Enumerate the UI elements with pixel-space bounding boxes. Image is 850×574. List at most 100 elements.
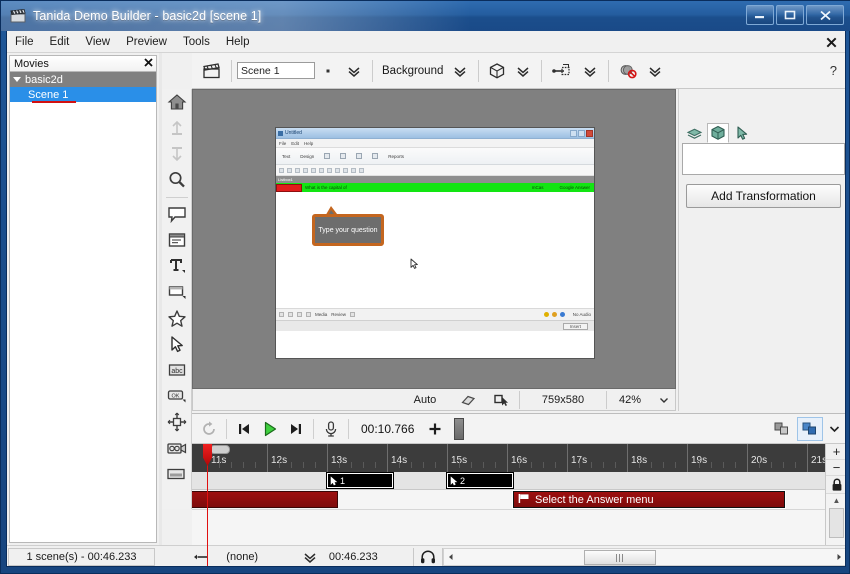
add-transformation-button[interactable]: Add Transformation xyxy=(686,184,841,208)
clapperboard-icon[interactable] xyxy=(198,57,226,85)
audio-dropdown-chevron-icon[interactable] xyxy=(642,57,668,85)
tree-item-basic2d[interactable]: basic2d xyxy=(10,72,156,87)
stage-dimensions: 759x580 xyxy=(541,393,585,406)
client-area: File Edit View Preview Tools Help Movies xyxy=(6,31,846,567)
rectangle-tool-icon[interactable] xyxy=(162,279,192,305)
insert-after-icon[interactable] xyxy=(162,141,192,167)
movies-panel-close-icon[interactable] xyxy=(144,57,153,70)
button-tool-icon[interactable]: OK xyxy=(162,383,192,409)
playhead-time-chip[interactable] xyxy=(210,445,230,454)
timeline-zoom-in-button[interactable]: + xyxy=(826,444,845,460)
background-dropdown-chevron-icon[interactable] xyxy=(447,57,473,85)
timeline-zoom-slider-handle[interactable] xyxy=(454,417,465,440)
tab-layers[interactable] xyxy=(683,123,705,143)
stage-zoom-chevron-down-icon[interactable] xyxy=(653,390,675,410)
audio-track-icon[interactable] xyxy=(186,548,220,566)
text-tool-icon[interactable] xyxy=(162,253,192,279)
help-button[interactable]: ? xyxy=(830,63,837,78)
eraser-icon[interactable] xyxy=(451,390,485,410)
skip-next-icon[interactable] xyxy=(283,417,309,441)
timeline-marker-row[interactable]: 1 2 xyxy=(192,472,825,490)
tab-3d-object[interactable] xyxy=(707,123,729,143)
menu-preview[interactable]: Preview xyxy=(118,32,175,52)
scene-dropdown-chevron-icon[interactable] xyxy=(341,57,367,85)
stage-document[interactable]: Untitled File Edit Help Text Design Repo… xyxy=(275,127,595,359)
timeline-clip-2[interactable]: Select the Answer menu xyxy=(512,490,786,509)
scroll-left-icon[interactable] xyxy=(444,549,458,565)
note-box-icon[interactable] xyxy=(162,227,192,253)
status-audio-chevron-down-icon[interactable] xyxy=(297,548,323,566)
close-button[interactable] xyxy=(806,5,844,25)
cube-3d-icon[interactable] xyxy=(484,57,510,85)
scroll-right-icon[interactable] xyxy=(832,549,845,565)
skip-previous-icon[interactable] xyxy=(231,417,257,441)
move-handles-icon[interactable] xyxy=(162,409,192,435)
video-camera-icon[interactable] xyxy=(162,435,192,461)
background-label[interactable]: Background xyxy=(378,65,447,77)
transformation-list[interactable] xyxy=(682,143,845,175)
menu-file[interactable]: File xyxy=(7,32,42,52)
nested-footer: Insert xyxy=(276,320,594,331)
headphones-icon[interactable] xyxy=(414,548,442,566)
nested-ribbon-icon-1 xyxy=(324,153,331,159)
vertical-scroll-thumb[interactable] xyxy=(829,508,844,538)
stage-canvas[interactable]: Untitled File Edit Help Text Design Repo… xyxy=(192,89,676,389)
audio-muted-icon[interactable] xyxy=(614,57,642,85)
nested-fmt-icon-7 xyxy=(327,167,332,173)
shape-star-icon[interactable] xyxy=(162,305,192,331)
timeline-clip-1[interactable] xyxy=(192,491,338,508)
movies-tree[interactable]: basic2d Scene 1 xyxy=(9,72,157,543)
stage-auto-label[interactable]: Auto xyxy=(399,390,451,410)
movies-panel-header: Movies xyxy=(9,55,157,72)
timeline-ruler[interactable]: 11s 12s 13s 14s 15s 16s 17s 18s 19s 20s … xyxy=(192,444,825,472)
nested-maximize-icon xyxy=(578,129,585,137)
select-region-icon[interactable] xyxy=(485,390,519,410)
zoom-magnifier-icon[interactable] xyxy=(162,167,192,193)
plus-icon[interactable] xyxy=(422,417,448,441)
timeline-zoom-out-button[interactable]: − xyxy=(826,460,845,476)
transition-arrow-icon[interactable] xyxy=(547,57,577,85)
scroll-up-icon[interactable]: ▲ xyxy=(826,494,845,507)
callout-balloon[interactable]: Type your question xyxy=(312,214,384,246)
home-icon[interactable] xyxy=(162,89,192,115)
microphone-icon[interactable] xyxy=(318,417,344,441)
menu-edit[interactable]: Edit xyxy=(42,32,78,52)
balloon-callout-icon[interactable] xyxy=(162,201,192,227)
horizontal-scrollbar[interactable] xyxy=(443,547,845,566)
menu-tools[interactable]: Tools xyxy=(175,32,218,52)
selected-underline xyxy=(32,101,76,103)
scene-bullet-icon[interactable] xyxy=(315,57,341,85)
timeline-clip-row[interactable]: Select the Answer menu xyxy=(192,490,825,510)
close-document-icon[interactable] xyxy=(823,34,839,50)
timeline-marker-2[interactable]: 2 xyxy=(446,472,514,489)
timeline-marker-1[interactable]: 1 xyxy=(326,472,394,489)
paste-frames-icon[interactable] xyxy=(797,416,823,441)
nested-status-row: Media Review No Audio xyxy=(276,308,594,320)
status-bar: 1 scene(s) - 00:46.233 (none) 00:46.233 xyxy=(7,545,845,566)
lock-icon[interactable] xyxy=(826,476,845,494)
status-scene-summary: 1 scene(s) - 00:46.233 xyxy=(8,547,155,566)
transition-dropdown-chevron-icon[interactable] xyxy=(577,57,603,85)
maximize-button[interactable] xyxy=(776,5,804,25)
tree-item-scene-1[interactable]: Scene 1 xyxy=(10,87,156,103)
ruler-tick-label: 21s xyxy=(811,455,825,466)
abc-spellcheck-icon[interactable]: abc xyxy=(162,357,192,383)
flash-object-icon[interactable] xyxy=(162,461,192,487)
object-dropdown-chevron-icon[interactable] xyxy=(510,57,536,85)
expand-triangle-icon[interactable] xyxy=(13,77,21,82)
play-icon[interactable] xyxy=(257,417,283,441)
tab-pointer[interactable] xyxy=(731,123,753,143)
nested-menu-file: File xyxy=(279,140,287,146)
nested-fmt-italic-icon xyxy=(343,167,348,173)
menu-help[interactable]: Help xyxy=(218,32,258,52)
menu-view[interactable]: View xyxy=(77,32,118,52)
minimize-button[interactable] xyxy=(746,5,774,25)
horizontal-scroll-thumb[interactable] xyxy=(584,549,657,565)
copy-frames-icon[interactable] xyxy=(769,417,795,441)
scene-name-input[interactable] xyxy=(237,62,315,79)
pointer-cursor-icon[interactable] xyxy=(162,331,192,357)
loop-icon[interactable] xyxy=(196,417,222,441)
insert-before-icon[interactable] xyxy=(162,115,192,141)
timeline-options-chevron-down-icon[interactable] xyxy=(825,417,843,441)
nested-minimize-icon xyxy=(570,129,577,137)
